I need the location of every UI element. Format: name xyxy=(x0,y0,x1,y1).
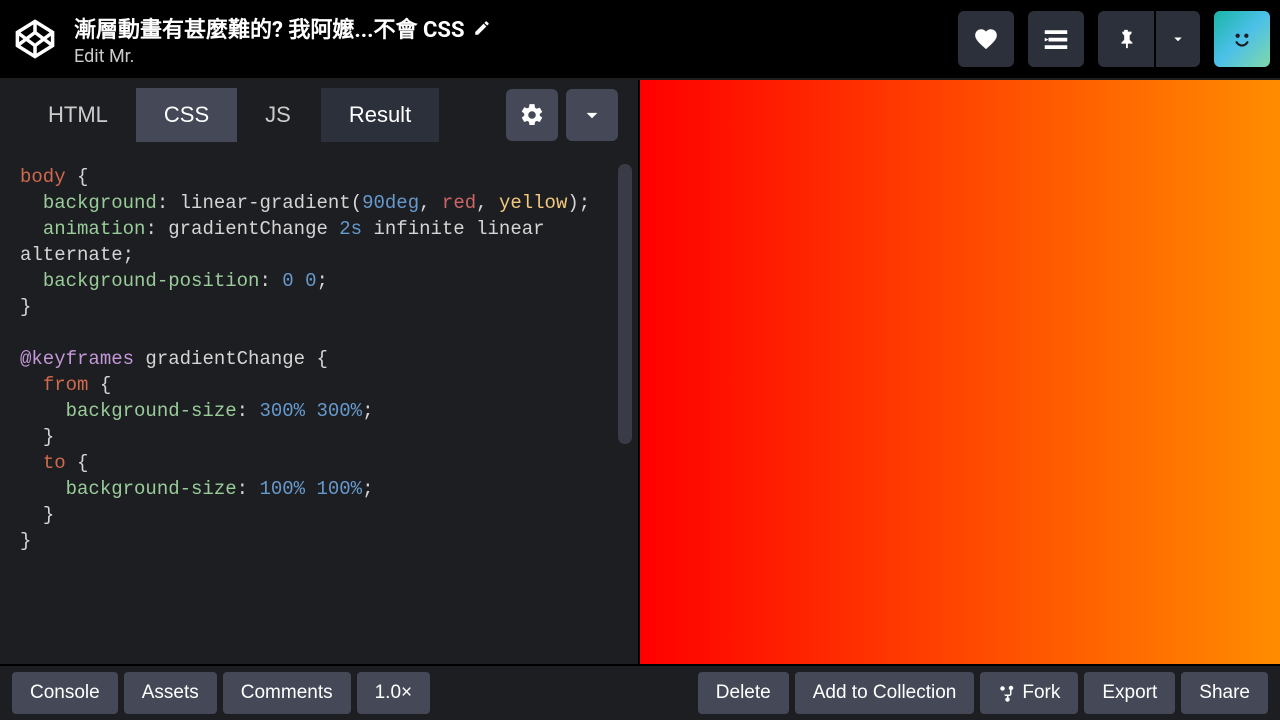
fork-icon xyxy=(998,684,1016,702)
delete-button[interactable]: Delete xyxy=(698,672,789,714)
code-token: ); xyxy=(567,192,590,214)
tab-result[interactable]: Result xyxy=(321,88,439,142)
fork-button[interactable]: Fork xyxy=(980,672,1078,714)
code-token: : xyxy=(259,270,282,292)
scrollbar[interactable] xyxy=(618,164,632,444)
pin-icon xyxy=(1115,28,1137,50)
add-to-collection-button[interactable]: Add to Collection xyxy=(795,672,975,714)
code-token: } xyxy=(43,426,54,448)
code-token: 300% xyxy=(259,400,305,422)
chevron-down-icon xyxy=(579,102,605,128)
code-token: { xyxy=(66,166,89,188)
code-token: , xyxy=(419,192,442,214)
code-token: 0 xyxy=(305,270,316,292)
code-token: infinite linear xyxy=(362,218,544,240)
code-token: background-size xyxy=(66,400,237,422)
app-header: 漸層動畫有甚麼難的? 我阿嬤...不會 CSS Edit Mr. xyxy=(0,0,1280,80)
code-token: 0 xyxy=(282,270,293,292)
editor-settings-button[interactable] xyxy=(506,89,558,141)
pencil-icon xyxy=(473,19,491,37)
code-token: to xyxy=(43,452,66,474)
title-block: 漸層動畫有甚麼難的? 我阿嬤...不會 CSS Edit Mr. xyxy=(74,12,491,67)
fork-label: Fork xyxy=(1022,682,1060,704)
pen-title-row[interactable]: 漸層動畫有甚麼難的? 我阿嬤...不會 CSS xyxy=(74,12,491,44)
code-token: background-size xyxy=(66,478,237,500)
tab-html[interactable]: HTML xyxy=(20,88,136,142)
code-token: 2s xyxy=(339,218,362,240)
code-token: linear-gradient xyxy=(180,192,351,214)
love-button[interactable] xyxy=(958,11,1014,67)
code-token: ; xyxy=(362,400,373,422)
code-token: 100% xyxy=(259,478,305,500)
code-editor[interactable]: body { background: linear-gradient(90deg… xyxy=(0,150,638,664)
code-token xyxy=(305,478,316,500)
pin-button[interactable] xyxy=(1098,11,1154,67)
avatar[interactable] xyxy=(1214,11,1270,67)
code-token: : xyxy=(237,400,260,422)
code-token: alternate; xyxy=(20,244,134,266)
tab-js[interactable]: JS xyxy=(237,88,319,142)
editor-collapse-button[interactable] xyxy=(566,89,618,141)
codepen-logo[interactable] xyxy=(10,14,60,64)
chevron-down-icon xyxy=(1169,30,1187,48)
pin-dropdown-button[interactable] xyxy=(1156,11,1200,67)
gear-icon xyxy=(519,102,545,128)
code-token: : xyxy=(237,478,260,500)
code-token: { xyxy=(66,452,89,474)
view-switch-button[interactable] xyxy=(1028,11,1084,67)
footer-bar: Console Assets Comments 1.0× Delete Add … xyxy=(0,664,1280,720)
code-token: 100% xyxy=(316,478,362,500)
editor-tabbar: HTML CSS JS Result xyxy=(0,80,638,150)
layout-icon xyxy=(1041,24,1071,54)
code-token: @keyframes xyxy=(20,348,134,370)
code-token: gradientChange { xyxy=(134,348,328,370)
code-token: ; xyxy=(316,270,327,292)
code-token: background xyxy=(43,192,157,214)
code-token: red xyxy=(442,192,476,214)
code-token: body xyxy=(20,166,66,188)
smiley-icon xyxy=(1229,26,1255,52)
heart-icon xyxy=(973,26,999,52)
code-token: 300% xyxy=(316,400,362,422)
code-token: ( xyxy=(351,192,362,214)
code-token: , xyxy=(476,192,499,214)
code-token: { xyxy=(88,374,111,396)
code-token: : gradientChange xyxy=(145,218,339,240)
code-token: } xyxy=(20,296,31,318)
zoom-button[interactable]: 1.0× xyxy=(357,672,431,714)
pen-title: 漸層動畫有甚麼難的? 我阿嬤...不會 CSS xyxy=(74,12,465,44)
tab-css[interactable]: CSS xyxy=(136,88,237,142)
code-token: 90deg xyxy=(362,192,419,214)
export-button[interactable]: Export xyxy=(1084,672,1175,714)
workspace: HTML CSS JS Result body { background: li… xyxy=(0,80,1280,664)
editor-pane: HTML CSS JS Result body { background: li… xyxy=(0,80,640,664)
code-token: } xyxy=(20,530,31,552)
assets-button[interactable]: Assets xyxy=(124,672,217,714)
code-token: background-position xyxy=(43,270,260,292)
pen-author[interactable]: Edit Mr. xyxy=(74,46,491,67)
pin-button-group xyxy=(1098,11,1200,67)
codepen-logo-icon xyxy=(13,17,57,61)
console-button[interactable]: Console xyxy=(12,672,118,714)
code-token: yellow xyxy=(499,192,567,214)
share-button[interactable]: Share xyxy=(1181,672,1268,714)
code-token: ; xyxy=(362,478,373,500)
code-token xyxy=(294,270,305,292)
code-token: animation xyxy=(43,218,146,240)
code-token: from xyxy=(43,374,89,396)
code-token: } xyxy=(43,504,54,526)
comments-button[interactable]: Comments xyxy=(223,672,351,714)
result-preview xyxy=(640,80,1280,664)
code-token xyxy=(305,400,316,422)
code-token: : xyxy=(157,192,180,214)
